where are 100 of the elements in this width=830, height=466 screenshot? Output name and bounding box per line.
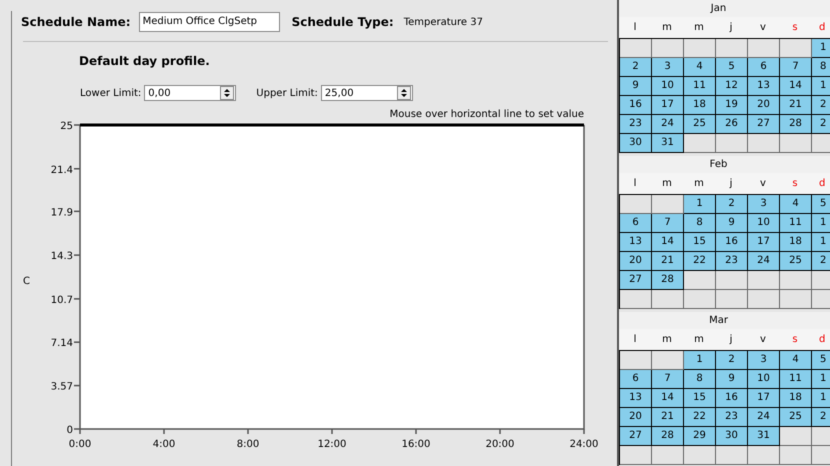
- day-cell[interactable]: 4: [780, 195, 812, 214]
- day-cell[interactable]: 31: [748, 427, 780, 446]
- day-cell[interactable]: 22: [684, 408, 716, 427]
- day-cell[interactable]: 2: [620, 58, 652, 77]
- month-title: Feb: [619, 156, 830, 173]
- day-cell[interactable]: 27: [748, 115, 780, 134]
- day-cell[interactable]: 10: [748, 214, 780, 233]
- day-cell[interactable]: 22: [684, 252, 716, 271]
- day-cell[interactable]: 2: [716, 351, 748, 370]
- day-cell[interactable]: 1: [812, 39, 830, 58]
- day-cell[interactable]: 10: [748, 370, 780, 389]
- day-cell[interactable]: 2: [812, 115, 830, 134]
- day-cell[interactable]: 27: [620, 271, 652, 290]
- day-cell[interactable]: 18: [780, 389, 812, 408]
- day-cell[interactable]: 28: [652, 427, 684, 446]
- day-cell[interactable]: 14: [652, 233, 684, 252]
- day-cell[interactable]: 20: [620, 408, 652, 427]
- day-cell[interactable]: 24: [748, 408, 780, 427]
- day-cell[interactable]: 13: [620, 389, 652, 408]
- day-cell[interactable]: 17: [652, 96, 684, 115]
- tick-label: 7.14: [50, 338, 73, 350]
- tick-label: 8:00: [236, 439, 260, 450]
- day-cell[interactable]: 1: [812, 389, 830, 408]
- day-cell[interactable]: 2: [812, 252, 830, 271]
- day-cell[interactable]: 16: [620, 96, 652, 115]
- day-cell[interactable]: 2: [812, 96, 830, 115]
- day-cell[interactable]: 14: [652, 389, 684, 408]
- day-cell[interactable]: 11: [684, 77, 716, 96]
- day-cell[interactable]: 16: [716, 233, 748, 252]
- day-cell[interactable]: 6: [620, 370, 652, 389]
- day-cell[interactable]: 27: [620, 427, 652, 446]
- day-cell[interactable]: 28: [780, 115, 812, 134]
- day-cell[interactable]: 26: [716, 115, 748, 134]
- day-cell[interactable]: 15: [684, 389, 716, 408]
- day-cell[interactable]: 16: [716, 389, 748, 408]
- day-cell[interactable]: 23: [716, 408, 748, 427]
- day-cell[interactable]: 30: [716, 427, 748, 446]
- day-cell[interactable]: 1: [812, 233, 830, 252]
- day-cell[interactable]: 17: [748, 233, 780, 252]
- day-cell[interactable]: 2: [716, 195, 748, 214]
- spin-arrows-icon[interactable]: [396, 86, 411, 100]
- day-cell[interactable]: 25: [780, 408, 812, 427]
- day-cell[interactable]: 4: [780, 351, 812, 370]
- day-cell[interactable]: 5: [716, 58, 748, 77]
- day-cell[interactable]: 21: [780, 96, 812, 115]
- day-cell[interactable]: 2: [812, 408, 830, 427]
- day-cell[interactable]: 30: [620, 134, 652, 153]
- day-cell[interactable]: 1: [812, 214, 830, 233]
- day-cell[interactable]: 3: [652, 58, 684, 77]
- day-cell[interactable]: 5: [812, 351, 830, 370]
- day-cell[interactable]: 24: [652, 115, 684, 134]
- day-cell[interactable]: 7: [652, 214, 684, 233]
- day-cell[interactable]: 23: [716, 252, 748, 271]
- day-cell[interactable]: 5: [812, 195, 830, 214]
- day-cell[interactable]: 8: [812, 58, 830, 77]
- limit-spinner[interactable]: 0,00: [144, 85, 236, 101]
- day-cell[interactable]: 9: [716, 370, 748, 389]
- day-cell[interactable]: 7: [780, 58, 812, 77]
- day-cell[interactable]: 7: [652, 370, 684, 389]
- day-cell[interactable]: 28: [652, 271, 684, 290]
- day-cell[interactable]: 1: [812, 370, 830, 389]
- day-cell[interactable]: 19: [716, 96, 748, 115]
- day-cell[interactable]: 18: [684, 96, 716, 115]
- weekday-label: m: [693, 334, 705, 345]
- day-cell[interactable]: 6: [620, 214, 652, 233]
- schedule-name-field[interactable]: Medium Office ClgSetp: [138, 12, 280, 32]
- spin-arrows-icon[interactable]: [220, 86, 234, 100]
- day-cell[interactable]: 4: [684, 58, 716, 77]
- tick-label: 25: [60, 121, 73, 132]
- day-cell[interactable]: 11: [780, 370, 812, 389]
- day-cell[interactable]: 9: [620, 77, 652, 96]
- day-cell[interactable]: 25: [780, 252, 812, 271]
- day-cell[interactable]: 8: [684, 370, 716, 389]
- day-cell[interactable]: 20: [748, 96, 780, 115]
- limit-spinner[interactable]: 25,00: [320, 85, 413, 101]
- day-cell[interactable]: 3: [748, 351, 780, 370]
- day-cell[interactable]: 8: [684, 214, 716, 233]
- day-cell[interactable]: 1: [684, 195, 716, 214]
- day-cell[interactable]: 20: [620, 252, 652, 271]
- day-cell[interactable]: 24: [748, 252, 780, 271]
- day-cell[interactable]: 12: [716, 77, 748, 96]
- day-cell[interactable]: 29: [684, 427, 716, 446]
- day-cell[interactable]: 1: [812, 77, 830, 96]
- day-cell[interactable]: 6: [748, 58, 780, 77]
- day-cell[interactable]: 11: [780, 214, 812, 233]
- day-cell[interactable]: 14: [780, 77, 812, 96]
- day-cell[interactable]: 31: [652, 134, 684, 153]
- day-cell[interactable]: 25: [684, 115, 716, 134]
- day-cell[interactable]: 18: [780, 233, 812, 252]
- day-cell[interactable]: 13: [748, 77, 780, 96]
- day-cell[interactable]: 21: [652, 408, 684, 427]
- day-cell[interactable]: 15: [684, 233, 716, 252]
- day-cell[interactable]: 17: [748, 389, 780, 408]
- day-cell[interactable]: 1: [684, 351, 716, 370]
- day-cell[interactable]: 13: [620, 233, 652, 252]
- day-cell[interactable]: 21: [652, 252, 684, 271]
- day-cell[interactable]: 10: [652, 77, 684, 96]
- day-cell[interactable]: 9: [716, 214, 748, 233]
- day-cell[interactable]: 3: [748, 195, 780, 214]
- day-cell[interactable]: 23: [620, 115, 652, 134]
